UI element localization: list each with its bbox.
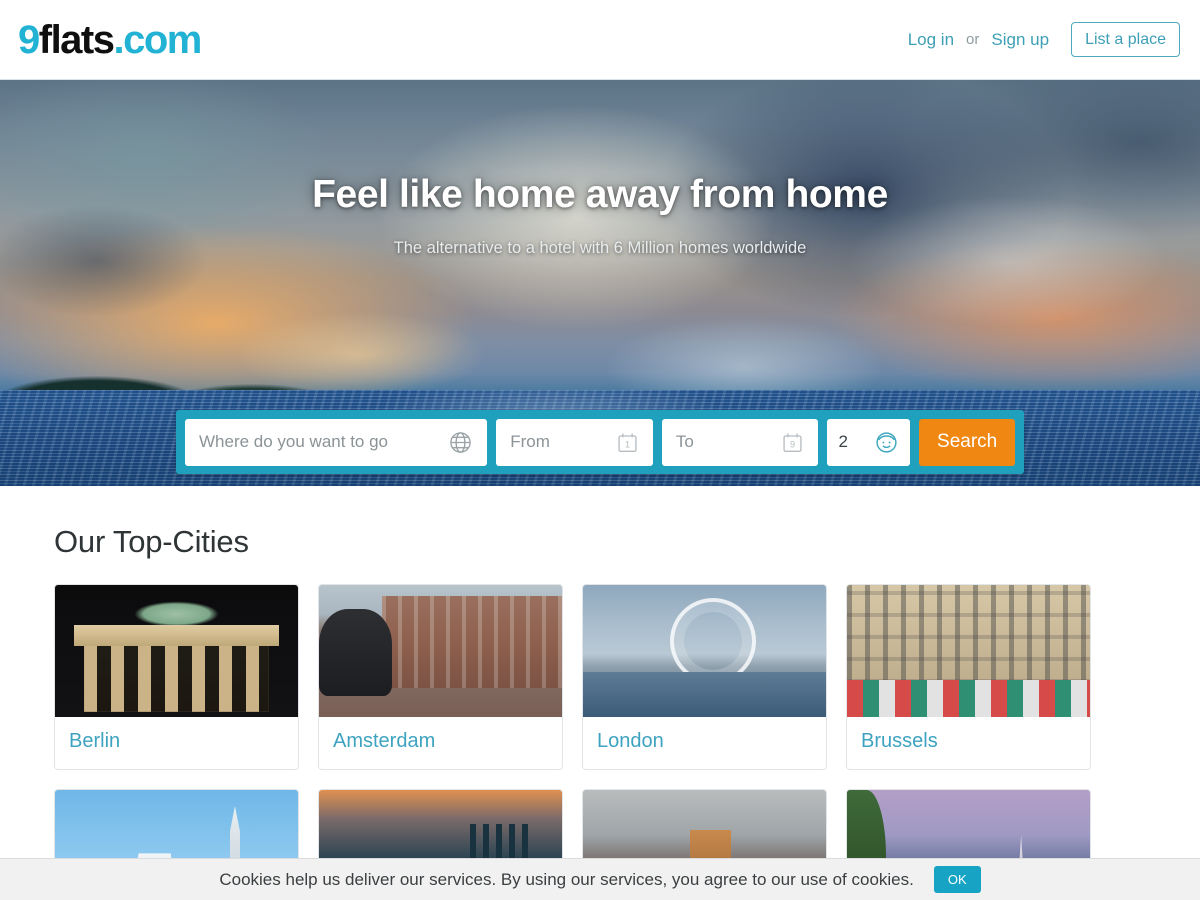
destination-input[interactable]: [199, 432, 449, 452]
city-card-amsterdam[interactable]: Amsterdam: [318, 584, 563, 770]
calendar-from-day: 1: [625, 439, 630, 449]
city-image-london: [583, 585, 826, 717]
calendar-icon-to[interactable]: 9: [781, 431, 804, 454]
city-name-brussels[interactable]: Brussels: [847, 717, 1090, 769]
nav-separator-or: or: [966, 31, 980, 48]
logo-part-9: 9: [18, 17, 40, 62]
list-a-place-button[interactable]: List a place: [1071, 21, 1180, 58]
city-card-berlin[interactable]: Berlin: [54, 584, 299, 770]
city-image-amsterdam: [319, 585, 562, 717]
guests-input[interactable]: [838, 432, 865, 452]
header-nav: Log in or Sign up List a place: [900, 21, 1180, 58]
city-image-berlin: [55, 585, 298, 717]
checkout-field[interactable]: 9: [661, 418, 819, 466]
logo-part-flats: flats: [38, 17, 115, 62]
globe-icon: [448, 430, 473, 455]
calendar-to-day: 9: [790, 439, 795, 449]
city-card-brussels[interactable]: Brussels: [846, 584, 1091, 770]
login-link[interactable]: Log in: [900, 30, 962, 50]
city-card-london[interactable]: London: [582, 584, 827, 770]
city-name-amsterdam[interactable]: Amsterdam: [319, 717, 562, 769]
calendar-icon-from[interactable]: 1: [616, 431, 639, 454]
hero-sky-image: [0, 80, 1200, 392]
search-button[interactable]: Search: [919, 418, 1015, 466]
cookie-ok-button[interactable]: OK: [933, 866, 981, 893]
cookie-message: Cookies help us deliver our services. By…: [219, 869, 914, 889]
guests-field[interactable]: [827, 418, 911, 466]
site-header: 9flats.com Log in or Sign up List a plac…: [0, 0, 1200, 80]
city-grid-row-1: Berlin Amsterdam London Brussels: [54, 584, 1146, 770]
guest-face-icon: [874, 430, 899, 455]
logo-part-com: .com: [113, 17, 203, 62]
site-logo[interactable]: 9flats.com: [18, 17, 203, 62]
checkin-field[interactable]: 1: [496, 418, 653, 466]
signup-link[interactable]: Sign up: [983, 30, 1057, 50]
city-name-london[interactable]: London: [583, 717, 826, 769]
top-cities-section: Our Top-Cities Berlin Amsterdam London B…: [0, 486, 1200, 900]
cookie-consent-bar: Cookies help us deliver our services. By…: [0, 858, 1200, 900]
destination-field[interactable]: [185, 418, 488, 466]
hero-banner: Feel like home away from home The altern…: [0, 80, 1200, 486]
city-image-brussels: [847, 585, 1090, 717]
search-bar: 1 9: [176, 410, 1024, 474]
checkout-input[interactable]: [675, 432, 782, 452]
section-title: Our Top-Cities: [54, 524, 249, 559]
checkin-input[interactable]: [510, 432, 616, 452]
city-name-berlin[interactable]: Berlin: [55, 717, 298, 769]
